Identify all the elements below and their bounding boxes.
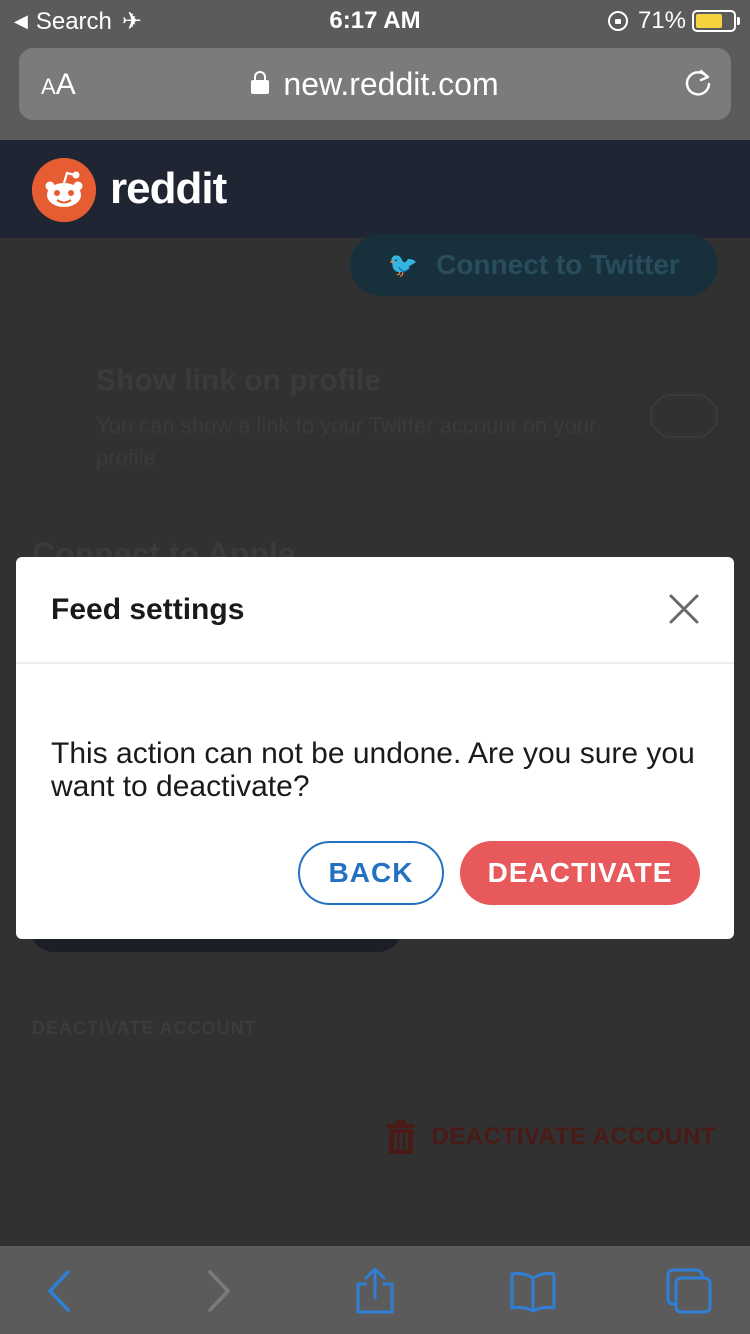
modal-message: This action can not be undone. Are you s… [51,737,695,803]
rotation-lock-icon [607,11,628,31]
deactivate-account-link[interactable]: DEACTIVATE ACCOUNT [387,1120,716,1154]
forward-icon[interactable] [192,1266,242,1316]
deactivate-account-heading: DEACTIVATE ACCOUNT [32,1018,257,1038]
twitter-icon: 🐦 [388,251,419,279]
address-field[interactable]: AA new.reddit.com [19,48,731,120]
modal-title: Feed settings [51,593,245,626]
battery-percent: 71% [637,7,686,34]
status-right: 71% [607,7,740,35]
url-text: new.reddit.com [283,66,499,102]
connect-twitter-button[interactable]: 🐦 Connect to Twitter [350,234,718,296]
url-display[interactable]: new.reddit.com [19,66,731,103]
lock-icon [251,71,270,94]
bookmarks-icon[interactable] [508,1266,558,1316]
browser-toolbar [0,1246,750,1334]
battery-fill [696,14,722,28]
feed-settings-modal: Feed settings This action can not be und… [16,557,734,939]
connect-twitter-label: Connect to Twitter [436,249,680,280]
close-icon[interactable] [666,591,702,627]
trash-icon [387,1120,416,1154]
battery-icon [692,10,740,32]
deactivate-button[interactable]: DEACTIVATE [460,841,700,905]
browser-bar: AA new.reddit.com [0,40,750,140]
show-link-description: You can show a link to your Twitter acco… [96,413,597,470]
back-icon[interactable] [36,1266,86,1316]
status-bar: ◀ Search ✈ 6:17 AM 71% [0,0,750,40]
show-link-title: Show link on profile [96,364,381,397]
deactivate-account-link-label: DEACTIVATE ACCOUNT [431,1123,716,1150]
modal-header: Feed settings [16,557,734,664]
reddit-wordmark[interactable]: reddit [110,164,227,214]
back-button[interactable]: BACK [298,841,444,905]
show-link-toggle[interactable] [650,394,718,438]
reload-icon[interactable] [683,68,713,98]
tabs-icon[interactable] [664,1266,714,1316]
reddit-header: reddit [0,140,750,238]
share-icon[interactable] [350,1266,400,1316]
reddit-logo-icon[interactable] [32,158,96,222]
